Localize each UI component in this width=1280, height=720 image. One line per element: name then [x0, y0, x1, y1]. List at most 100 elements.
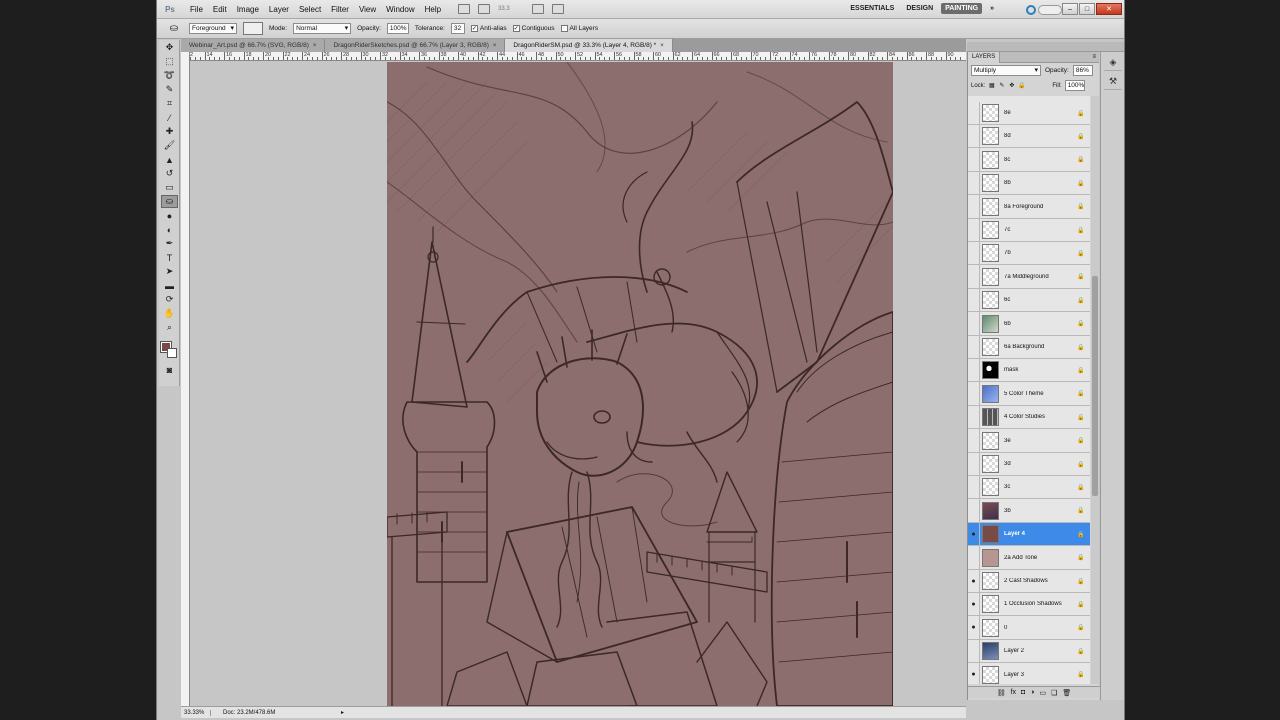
layer-thumbnail[interactable]: [982, 525, 999, 544]
layer-row[interactable]: Layer 2 🔒: [968, 639, 1090, 664]
layer-thumbnail[interactable]: [982, 127, 999, 146]
eraser-tool-icon[interactable]: ▭: [161, 181, 178, 194]
dodge-tool-icon[interactable]: ◐: [161, 223, 178, 236]
eyedropper-tool-icon[interactable]: ⁄: [161, 111, 178, 124]
pen-tool-icon[interactable]: ✒: [161, 237, 178, 250]
layer-thumbnail[interactable]: [982, 338, 999, 356]
layer-thumbnail[interactable]: [982, 150, 999, 169]
crop-tool-icon[interactable]: ⌗: [161, 97, 178, 110]
zoom-level-field[interactable]: 33.3: [498, 4, 524, 15]
visibility-toggle[interactable]: [968, 499, 980, 523]
layer-row[interactable]: 6b 🔒: [968, 312, 1090, 336]
layer-name[interactable]: 3b: [1004, 508, 1076, 514]
panel-menu-icon[interactable]: ≡: [1092, 54, 1096, 60]
lock-all-icon[interactable]: 🔒: [1018, 82, 1025, 89]
layer-thumbnail[interactable]: [982, 665, 999, 684]
anti-alias-checkbox[interactable]: ✓ Anti-alias: [470, 25, 507, 32]
layer-thumbnail[interactable]: [982, 174, 999, 193]
layer-thumbnail[interactable]: [982, 221, 999, 239]
blur-tool-icon[interactable]: ●: [161, 209, 178, 222]
visibility-toggle[interactable]: [968, 429, 980, 453]
layer-row[interactable]: 8a Foreground 🔒: [968, 195, 1090, 219]
layer-name[interactable]: 2 Cast Shadows: [1004, 578, 1076, 584]
more-workspaces-icon[interactable]: »: [986, 3, 998, 14]
panel-collapse-bar[interactable]: [967, 42, 1124, 52]
healing-brush-icon[interactable]: ✚: [161, 125, 178, 138]
status-menu-arrow-icon[interactable]: ▸: [341, 709, 344, 716]
eye-icon[interactable]: ●: [968, 522, 980, 546]
clone-stamp-icon[interactable]: ▲: [161, 153, 178, 166]
layer-name[interactable]: 5 Color Theme: [1004, 391, 1076, 397]
trash-icon[interactable]: 🗑: [1062, 689, 1071, 697]
type-tool-icon[interactable]: T: [161, 251, 178, 264]
close-icon[interactable]: ✕: [1096, 3, 1122, 15]
lasso-tool-icon[interactable]: ➰: [161, 69, 178, 82]
layer-name[interactable]: 4 Color Studies: [1004, 414, 1076, 420]
visibility-toggle[interactable]: [968, 265, 980, 289]
arrange-documents-icon[interactable]: [532, 4, 545, 14]
layer-thumbnail[interactable]: [982, 501, 999, 520]
visibility-toggle[interactable]: [968, 218, 980, 242]
menu-help[interactable]: Help: [420, 5, 446, 14]
layer-thumbnail[interactable]: [982, 408, 999, 427]
layer-name[interactable]: 6a Background: [1004, 344, 1076, 350]
layer-thumbnail[interactable]: [982, 618, 999, 637]
visibility-toggle[interactable]: [968, 195, 980, 219]
layer-row[interactable]: 3b 🔒: [968, 499, 1090, 523]
visibility-toggle[interactable]: [968, 148, 980, 172]
adjustment-icon[interactable]: ◑: [1030, 689, 1034, 696]
visibility-toggle[interactable]: [968, 171, 980, 195]
visibility-toggle[interactable]: [968, 452, 980, 476]
layer-name[interactable]: Layer 2: [1004, 648, 1076, 654]
launch-mini-bridge-icon[interactable]: [478, 4, 491, 14]
layer-thumbnail[interactable]: [982, 104, 999, 122]
layer-thumbnail[interactable]: [982, 572, 999, 590]
layer-row[interactable]: 3d 🔒: [968, 452, 1090, 476]
visibility-toggle[interactable]: [968, 475, 980, 499]
visibility-toggle[interactable]: [968, 358, 980, 382]
fx-icon[interactable]: fx: [1011, 689, 1016, 696]
visibility-toggle[interactable]: [968, 101, 980, 125]
layer-thumbnail[interactable]: [982, 595, 999, 614]
menu-file[interactable]: File: [185, 5, 208, 14]
layer-row[interactable]: ● Layer 3 🔒: [968, 663, 1090, 684]
eye-icon[interactable]: ●: [968, 569, 980, 593]
fill-source-select[interactable]: Foreground: [189, 23, 237, 34]
tab-dragon-rider-sketches[interactable]: DragonRiderSketches.psd @ 66.7% (Layer 3…: [325, 39, 506, 52]
layer-name[interactable]: 8a Foreground: [1004, 204, 1076, 210]
tool-presets-icon[interactable]: ⚒: [1104, 74, 1122, 90]
layer-name[interactable]: 8e: [1004, 110, 1076, 116]
layer-name[interactable]: 8b: [1004, 180, 1076, 186]
layer-thumbnail[interactable]: [982, 314, 999, 333]
layer-name[interactable]: 7a Middleground: [1004, 274, 1076, 280]
eye-icon[interactable]: ●: [968, 616, 980, 640]
layer-name[interactable]: 3e: [1004, 438, 1076, 444]
contiguous-checkbox[interactable]: ✓ Contiguous: [512, 25, 555, 32]
layer-opacity-input[interactable]: 86%: [1072, 65, 1093, 76]
scrollbar-thumb[interactable]: [1092, 276, 1098, 496]
menu-image[interactable]: Image: [232, 5, 264, 14]
screen-mode-icon[interactable]: [552, 4, 565, 14]
menu-window[interactable]: Window: [381, 5, 419, 14]
layer-thumbnail[interactable]: [982, 197, 999, 216]
layer-thumbnail[interactable]: [982, 244, 999, 263]
layer-name[interactable]: 2a Add Tone: [1004, 555, 1076, 561]
visibility-toggle[interactable]: [968, 288, 980, 312]
all-layers-checkbox[interactable]: All Layers: [560, 25, 598, 32]
workspace-design[interactable]: DESIGN: [902, 3, 937, 14]
layer-name[interactable]: 8d: [1004, 133, 1076, 139]
layer-name[interactable]: Layer 4: [1004, 531, 1076, 537]
artwork-canvas[interactable]: [387, 62, 893, 706]
layer-name[interactable]: 7b: [1004, 250, 1076, 256]
tab-dragon-rider-sm[interactable]: DragonRiderSM.psd @ 33.3% (Layer 4, RGB/…: [505, 39, 673, 52]
layers-scrollbar[interactable]: [1091, 96, 1099, 684]
layer-name[interactable]: mask: [1004, 367, 1076, 373]
navigator-icon[interactable]: ◈: [1104, 55, 1122, 71]
visibility-toggle[interactable]: [968, 382, 980, 406]
brush-tool-icon[interactable]: 🖌: [161, 139, 178, 152]
paint-bucket-tool-icon[interactable]: ⛀: [165, 21, 183, 37]
layer-row[interactable]: ● Layer 4 🔒: [968, 522, 1090, 547]
visibility-toggle[interactable]: [968, 546, 980, 570]
link-icon[interactable]: ⛓: [997, 689, 1006, 697]
menu-edit[interactable]: Edit: [208, 5, 232, 14]
